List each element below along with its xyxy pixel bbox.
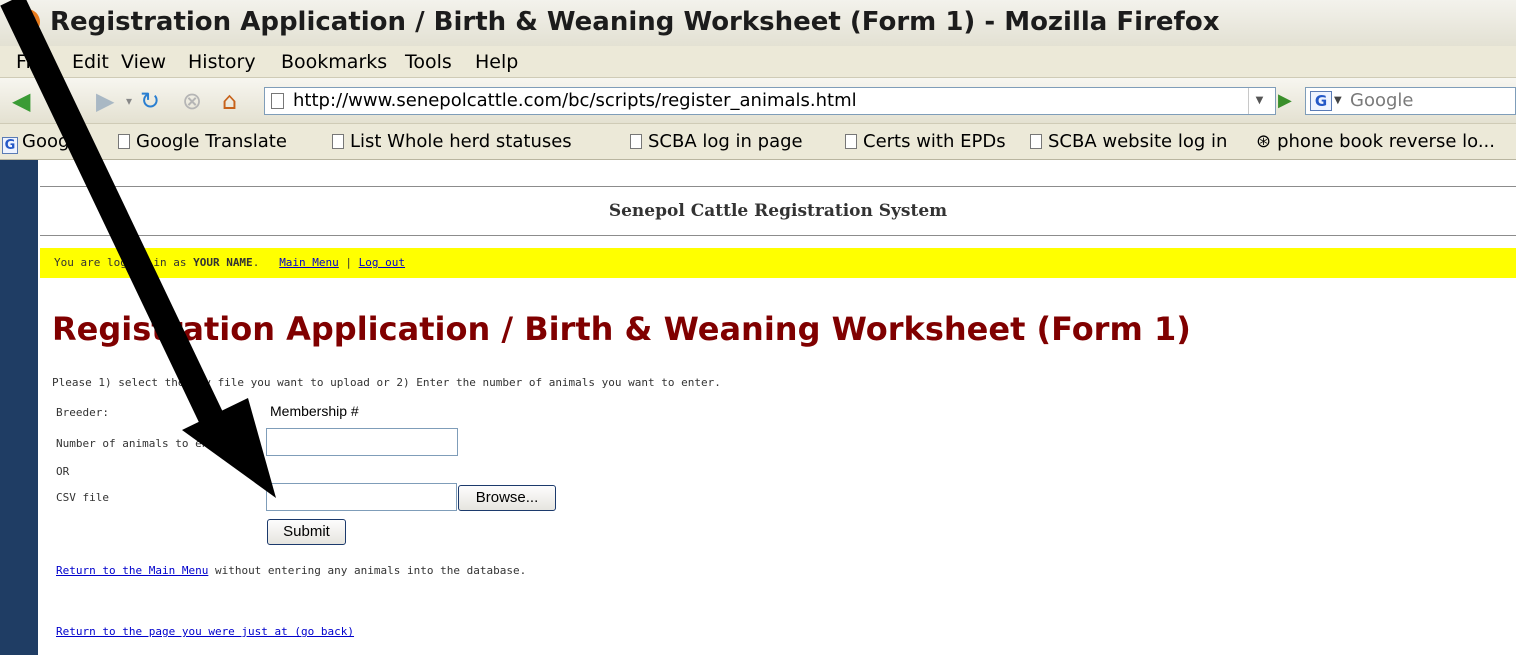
menu-bookmarks[interactable]: Bookmarks [281,51,387,73]
main-menu-return-line: Return to the Main Menu without entering… [56,564,526,577]
bookmark-scba-log-in[interactable]: SCBA log in page [630,131,803,152]
breeder-label: Breeder: [56,406,109,419]
window-titlebar: Registration Application / Birth & Weani… [0,0,1516,46]
menu-view[interactable]: View [121,51,166,73]
page-icon [630,134,642,149]
csv-file-input[interactable] [266,483,457,511]
menu-history[interactable]: History [188,51,256,73]
return-main-menu-link[interactable]: Return to the Main Menu [56,564,208,577]
login-user: YOUR NAME [193,256,253,269]
bookmark-scba-website[interactable]: SCBA website log in [1030,131,1227,152]
login-status-bar: You are logged in as YOUR NAME. Main Men… [40,248,1516,278]
membership-label: Membership # [270,403,359,419]
bookmark-phone-book[interactable]: ⊛ phone book reverse lo... [1256,131,1495,152]
animals-count-label: Number of animals to enter [56,437,229,450]
menu-edit[interactable]: Edit [72,51,109,73]
search-box[interactable]: G ▼ Google [1305,87,1516,115]
go-back-line: Return to the page you were just at (go … [56,625,354,638]
url-dropdown-icon[interactable]: ▼ [1248,88,1270,114]
forward-dropdown-icon[interactable]: ▾ [126,87,132,115]
page-title: Registration Application / Birth & Weani… [52,310,1191,348]
search-placeholder: Google [1350,90,1414,111]
login-separator: | [345,256,353,269]
instructions-text: Please 1) select the csv file you want t… [52,376,721,389]
return-main-menu-suffix: without entering any animals into the da… [208,564,527,577]
menu-bar: File Edit View History Bookmarks Tools H… [0,46,1516,78]
menu-tools[interactable]: Tools [405,51,452,73]
forward-icon[interactable]: ▶ [96,87,114,115]
stop-icon[interactable]: ⊗ [182,87,202,115]
page-content: Senepol Cattle Registration System You a… [38,160,1516,655]
bookmarks-toolbar: G Google Google Translate List Whole herd… [0,124,1516,160]
bookmark-certs-with-epds[interactable]: Certs with EPDs [845,131,1006,152]
bookmark-google-translate[interactable]: Google Translate [118,131,287,152]
google-icon: G [1310,91,1332,111]
url-bar[interactable]: http://www.senepolcattle.com/bc/scripts/… [264,87,1276,115]
bookmark-list-whole-herd[interactable]: List Whole herd statuses [332,131,572,152]
page-icon [845,134,857,149]
reload-icon[interactable]: ↻ [140,87,160,115]
menu-help[interactable]: Help [475,51,518,73]
animals-count-input[interactable] [266,428,458,456]
submit-button[interactable]: Submit [267,519,346,545]
menu-file[interactable]: File [16,51,48,73]
window-title: Registration Application / Birth & Weani… [50,7,1220,37]
login-prefix: You are logged in as [54,256,187,269]
log-out-link[interactable]: Log out [359,256,405,269]
url-text: http://www.senepolcattle.com/bc/scripts/… [293,90,857,111]
browse-button[interactable]: Browse... [458,485,556,511]
globe-icon: ⊛ [1256,131,1272,152]
page-icon [332,134,344,149]
firefox-icon [14,9,40,35]
search-engine-dropdown-icon[interactable]: ▼ [1334,88,1342,114]
navigation-toolbar: ◀ ▶ ▾ ↻ ⊗ ⌂ http://www.senepolcattle.com… [0,78,1516,124]
or-label: OR [56,465,70,478]
google-icon: G [2,137,18,154]
page-icon [1030,134,1042,149]
page-icon [118,134,130,149]
site-title: Senepol Cattle Registration System [40,186,1516,236]
go-icon[interactable]: ▶ [1278,87,1292,115]
go-back-link[interactable]: Return to the page you were just at (go … [56,625,354,638]
main-menu-link[interactable]: Main Menu [279,256,339,269]
csv-file-label: CSV file [56,491,109,504]
back-icon[interactable]: ◀ [12,87,30,115]
home-icon[interactable]: ⌂ [222,87,237,115]
page-icon [271,93,284,109]
bookmark-google[interactable]: G Google [2,131,85,154]
